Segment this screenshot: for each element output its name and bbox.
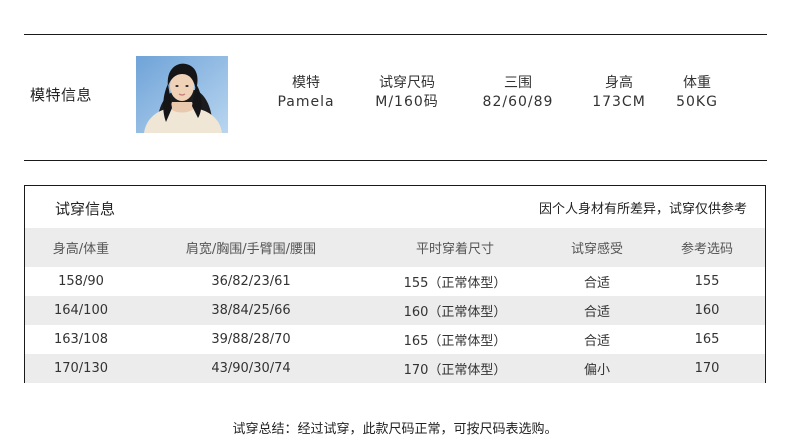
cell-body-measures: 43/90/30/74 bbox=[211, 361, 291, 376]
fitting-summary: 试穿总结：经过试穿，此款尺码正常，可按尺码表选购。 bbox=[232, 422, 558, 437]
cell-recommended-size: 160 bbox=[694, 303, 720, 318]
measurements-label: 三围 bbox=[504, 75, 532, 91]
table-row: 163/108 39/88/28/70 165（正常体型） 合适 165 bbox=[25, 325, 765, 354]
header-recommended-size: 参考选码 bbox=[680, 242, 733, 257]
cell-height-weight: 163/108 bbox=[53, 332, 108, 347]
table-header-row: 身高/体重 肩宽/胸围/手臂围/腰围 平时穿着尺寸 试穿感受 参考选码 bbox=[25, 228, 765, 267]
header-usual-size: 平时穿着尺寸 bbox=[415, 242, 494, 257]
cell-height-weight: 170/130 bbox=[53, 361, 108, 376]
weight-value: 50KG bbox=[676, 94, 718, 110]
header-fit-feeling: 试穿感受 bbox=[570, 242, 623, 257]
table-row: 170/130 43/90/30/74 170（正常体型） 偏小 170 bbox=[25, 354, 765, 383]
middle-divider bbox=[24, 160, 767, 161]
table-row: 164/100 38/84/25/66 160（正常体型） 合适 160 bbox=[25, 296, 765, 325]
try-size-label: 试穿尺码 bbox=[379, 75, 435, 91]
top-divider bbox=[24, 34, 767, 35]
weight-col: 体重 50KG bbox=[642, 74, 752, 112]
cell-recommended-size: 170 bbox=[694, 361, 720, 376]
model-info-label: 模特信息 bbox=[30, 86, 93, 104]
cell-usual-size: 170（正常体型） bbox=[403, 363, 507, 378]
cell-fit-feeling: 合适 bbox=[583, 305, 610, 320]
fitting-note: 因个人身材有所差异，试穿仅供参考 bbox=[538, 202, 747, 217]
measurements-col: 三围 82/60/89 bbox=[463, 74, 573, 112]
cell-usual-size: 165（正常体型） bbox=[403, 334, 507, 349]
try-size-value: M/160码 bbox=[375, 94, 439, 110]
cell-fit-feeling: 合适 bbox=[583, 276, 610, 291]
cell-usual-size: 155（正常体型） bbox=[403, 276, 507, 291]
cell-recommended-size: 155 bbox=[694, 274, 720, 289]
cell-body-measures: 36/82/23/61 bbox=[211, 274, 291, 289]
table-row: 158/90 36/82/23/61 155（正常体型） 合适 155 bbox=[25, 267, 765, 296]
cell-recommended-size: 165 bbox=[694, 332, 720, 347]
fitting-table: 试穿信息 因个人身材有所差异，试穿仅供参考 身高/体重 肩宽/胸围/手臂围/腰围… bbox=[24, 185, 766, 383]
model-name-value: Pamela bbox=[277, 94, 335, 110]
try-size-col: 试穿尺码 M/160码 bbox=[352, 74, 462, 112]
cell-height-weight: 158/90 bbox=[58, 274, 104, 289]
measurements-value: 82/60/89 bbox=[482, 94, 554, 110]
weight-label: 体重 bbox=[683, 75, 711, 91]
cell-fit-feeling: 合适 bbox=[583, 334, 610, 349]
cell-body-measures: 39/88/28/70 bbox=[211, 332, 291, 347]
model-name-label: 模特 bbox=[292, 75, 320, 91]
model-name-col: 模特 Pamela bbox=[251, 74, 361, 112]
header-height-weight: 身高/体重 bbox=[52, 242, 110, 257]
header-body-measures: 肩宽/胸围/手臂围/腰围 bbox=[185, 242, 317, 257]
cell-height-weight: 164/100 bbox=[53, 303, 108, 318]
cell-fit-feeling: 偏小 bbox=[583, 363, 610, 378]
fitting-title: 试穿信息 bbox=[55, 200, 116, 218]
cell-usual-size: 160（正常体型） bbox=[403, 305, 507, 320]
cell-body-measures: 38/84/25/66 bbox=[211, 303, 291, 318]
model-portrait-photo bbox=[136, 56, 228, 133]
